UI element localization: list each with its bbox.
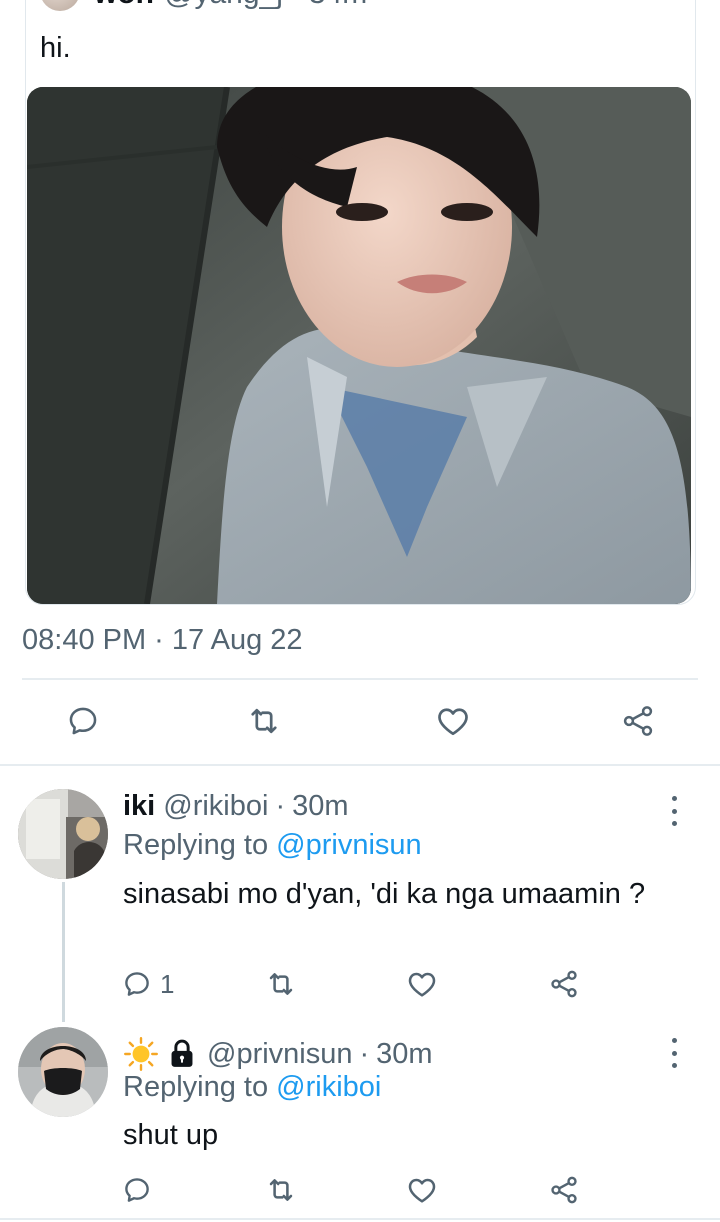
reply-button[interactable]: 1	[122, 959, 174, 1009]
more-options-button[interactable]	[662, 796, 686, 826]
tweet-timestamp: 08:40 PM · 17 Aug 22	[22, 624, 303, 656]
reply-count: 1	[160, 968, 175, 999]
quoted-tweet-photo[interactable]	[27, 87, 691, 604]
reply-icon	[69, 707, 97, 735]
reply-time: 30m	[292, 790, 349, 822]
divider	[0, 1218, 720, 1220]
share-icon	[623, 706, 653, 736]
reply-action-bar: 1	[0, 959, 720, 1009]
reply-header: iki @rikiboi · 30m	[123, 790, 349, 823]
avatar[interactable]	[18, 1027, 108, 1117]
retweet-icon	[251, 708, 277, 734]
retweet-icon	[269, 1179, 293, 1201]
quoted-tweet-card[interactable]: won @yang_j · 34m hi.	[25, 0, 696, 605]
lock-icon	[171, 1039, 193, 1067]
quoted-author-name[interactable]: won	[94, 0, 154, 11]
quoted-tweet-header: won @yang_j · 34m	[40, 0, 367, 17]
reply-button[interactable]	[122, 1165, 152, 1215]
separator-dot: ·	[291, 0, 301, 11]
reply-action-bar	[0, 1165, 720, 1215]
reply-icon	[125, 1178, 149, 1202]
avatar-photo-icon	[18, 1027, 108, 1117]
tweet-action-bar	[0, 696, 720, 746]
reply-time: 30m	[376, 1037, 433, 1070]
separator-dot: ·	[275, 790, 286, 822]
reply-text: shut up	[123, 1119, 219, 1151]
more-dot-icon	[671, 808, 677, 814]
reply-header: @privnisun · 30m	[123, 1036, 433, 1072]
reply-author-name[interactable]	[123, 1036, 197, 1072]
quoted-author-handle[interactable]: @yang_j	[164, 0, 283, 11]
share-button[interactable]	[620, 696, 656, 746]
avatar-photo-icon	[18, 789, 108, 879]
retweet-button[interactable]	[246, 696, 282, 746]
more-dot-icon	[671, 1063, 677, 1068]
reply-author-name[interactable]: iki	[123, 790, 155, 823]
reply-tweet[interactable]: iki @rikiboi · 30m Replying to @privnisu…	[0, 766, 720, 1022]
share-icon	[551, 970, 577, 998]
replying-to-label: Replying to	[123, 1071, 269, 1103]
reply-text: sinasabi mo d'yan, 'di ka nga umaamin ?	[123, 878, 646, 910]
retweet-button[interactable]	[265, 1165, 297, 1215]
more-dot-icon	[671, 1050, 677, 1056]
like-button[interactable]	[406, 1165, 438, 1215]
more-dot-icon	[671, 821, 677, 826]
like-icon	[438, 708, 468, 736]
selfie-photo-icon	[27, 87, 691, 604]
more-dot-icon	[671, 1038, 677, 1043]
more-options-button[interactable]	[662, 1038, 686, 1068]
replying-to-label: Replying to	[123, 829, 269, 861]
avatar[interactable]	[40, 0, 80, 11]
like-button[interactable]	[406, 959, 438, 1009]
reply-button[interactable]	[66, 696, 100, 746]
like-icon	[408, 1178, 436, 1203]
quoted-tweet-age: 34m	[309, 0, 367, 11]
separator-dot: ·	[359, 1037, 370, 1070]
reply-tweet[interactable]: @privnisun · 30m Replying to @rikiboi sh…	[0, 1022, 720, 1222]
sun-emoji-icon	[124, 1037, 158, 1071]
share-button[interactable]	[548, 1165, 580, 1215]
like-button[interactable]	[435, 696, 471, 746]
reply-icon	[125, 972, 149, 996]
retweet-icon	[269, 973, 293, 995]
reply-author-handle[interactable]: @rikiboi	[163, 790, 268, 823]
more-dot-icon	[671, 796, 677, 801]
avatar[interactable]	[18, 789, 108, 879]
reply-author-handle[interactable]: @privnisun	[207, 1038, 353, 1071]
share-icon	[551, 1176, 577, 1204]
replying-to-line: Replying to @privnisun	[123, 829, 422, 862]
share-button[interactable]	[548, 959, 580, 1009]
retweet-button[interactable]	[265, 959, 297, 1009]
replying-to-line: Replying to @rikiboi	[123, 1071, 381, 1104]
quoted-tweet-text: hi.	[40, 32, 71, 64]
replying-to-mention[interactable]: @rikiboi	[276, 1071, 381, 1103]
replying-to-mention[interactable]: @privnisun	[276, 829, 422, 861]
like-icon	[408, 972, 436, 997]
divider	[22, 678, 698, 680]
